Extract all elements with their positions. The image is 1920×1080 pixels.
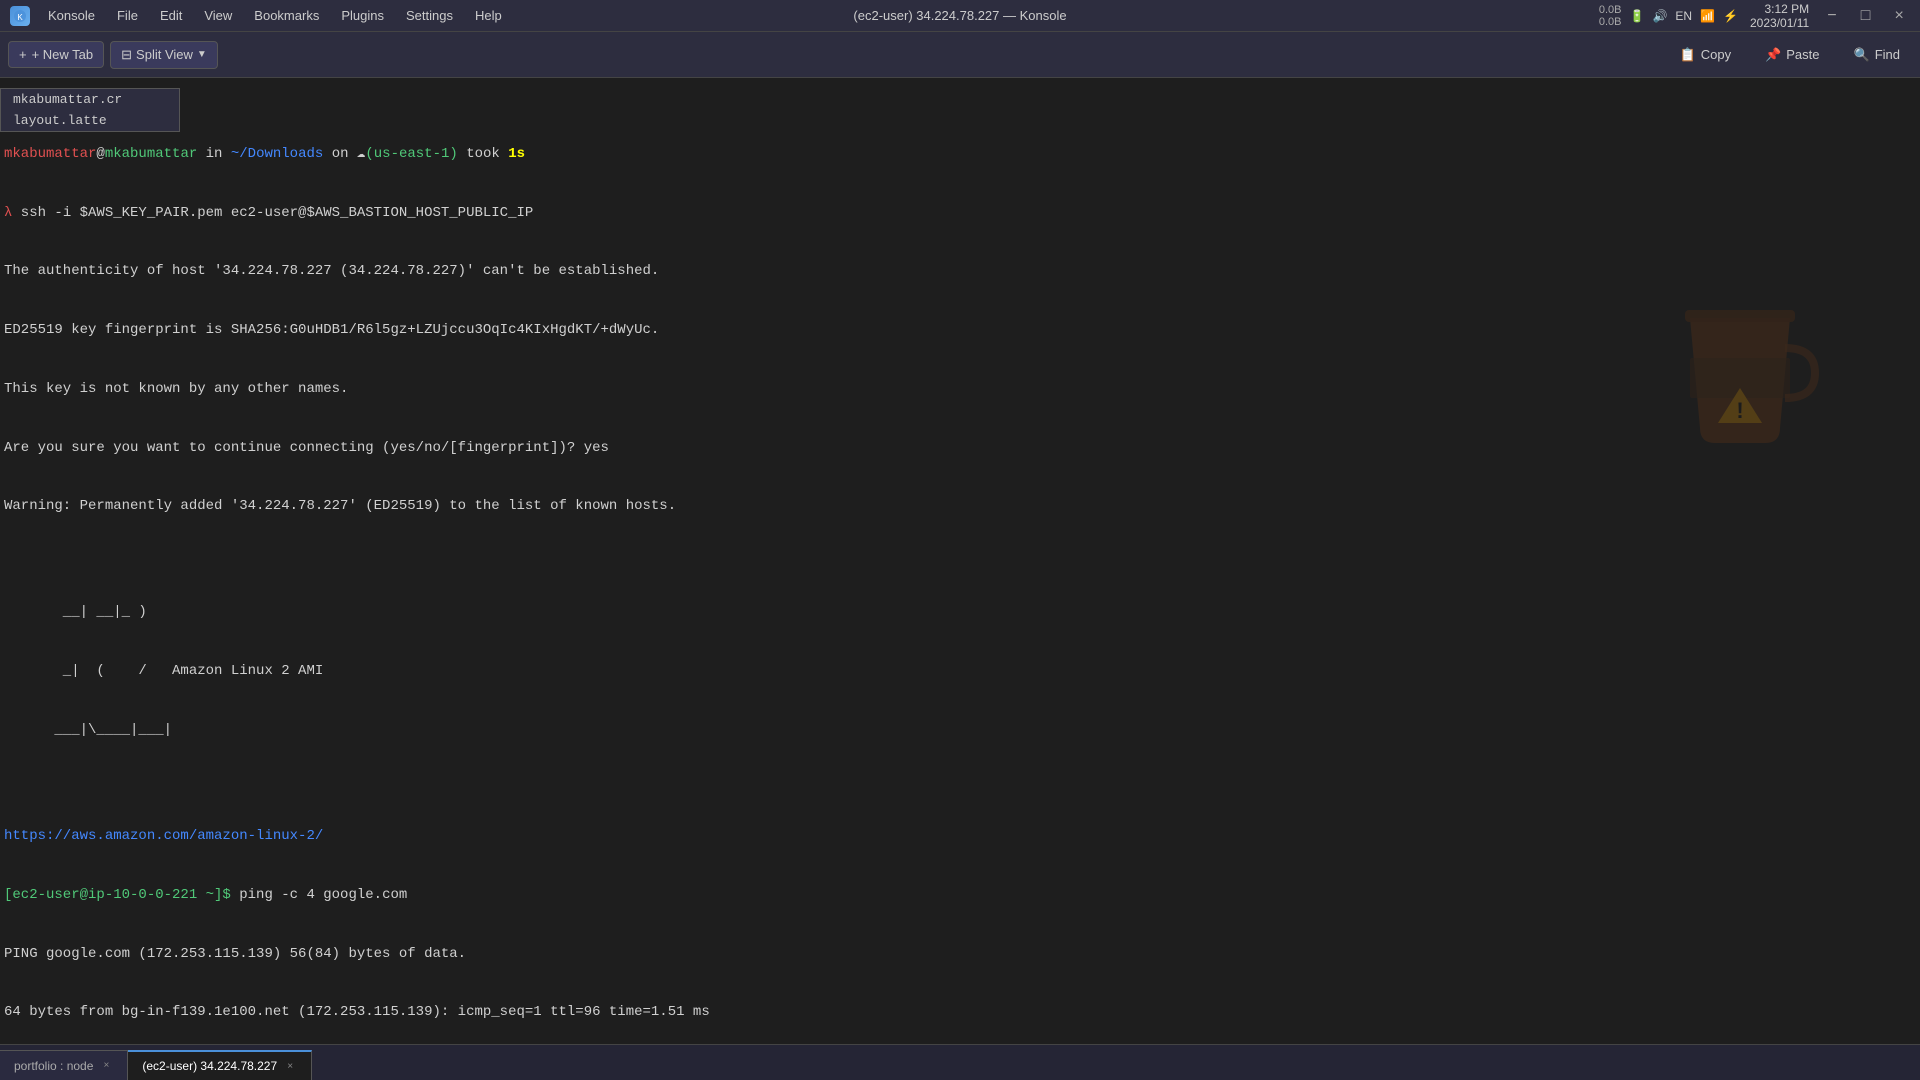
cloud-icon: ☁	[357, 145, 365, 165]
toolbar-right-buttons: 📋 Copy 📌 Paste 🔍 Find	[1668, 42, 1912, 68]
not-known-line: This key is not known by any other names…	[4, 380, 1916, 400]
autocomplete-item-0[interactable]: mkabumattar.cr	[1, 89, 179, 110]
menu-bar: Konsole File Edit View Bookmarks Plugins…	[38, 4, 512, 27]
prompt-directory: ~/Downloads	[231, 145, 323, 165]
tab-portfolio[interactable]: portfolio : node ×	[0, 1050, 128, 1080]
sys-tray: 0.0B 0.0B 🔋 🔊 EN 📶 ⚡	[1599, 4, 1738, 28]
find-label: Find	[1875, 47, 1900, 62]
warning-added: Warning: Permanently added '34.224.78.22…	[4, 497, 1916, 517]
autocomplete-item-1[interactable]: layout.latte	[1, 110, 179, 131]
tab-ec2[interactable]: (ec2-user) 34.224.78.227 ×	[128, 1050, 312, 1080]
menu-plugins[interactable]: Plugins	[331, 4, 394, 27]
prompt-hostname: mkabumattar	[105, 145, 197, 165]
ec2-prompt-text-1: [ec2-user@ip-10-0-0-221 ~]$	[4, 886, 231, 906]
prompt-on-keyword: on	[332, 145, 349, 165]
bluetooth-icon: ⚡	[1723, 9, 1738, 23]
split-view-icon: ⊟	[121, 47, 132, 63]
paste-button[interactable]: 📌 Paste	[1753, 42, 1831, 68]
svg-text:K: K	[17, 13, 23, 22]
fingerprint-line: ED25519 key fingerprint is SHA256:G0uHDB…	[4, 321, 1916, 341]
plus-icon: +	[19, 47, 27, 62]
tab-ec2-close[interactable]: ×	[283, 1059, 297, 1073]
menu-edit[interactable]: Edit	[150, 4, 192, 27]
command-line: λ ssh -i $AWS_KEY_PAIR.pem ec2-user@$AWS…	[4, 204, 1916, 224]
window-minimize[interactable]: −	[1821, 5, 1843, 27]
paste-icon: 📌	[1765, 47, 1781, 63]
ping-command: ping -c 4 google.com	[231, 886, 407, 906]
prompt-username: mkabumattar	[4, 145, 96, 165]
split-view-button[interactable]: ⊟ Split View ▼	[110, 41, 218, 69]
autocomplete-popup: mkabumattar.cr layout.latte	[0, 88, 180, 132]
battery-icon: 🔋	[1630, 9, 1645, 23]
copy-icon: 📋	[1680, 47, 1696, 63]
ping-header: PING google.com (172.253.115.139) 56(84)…	[4, 945, 1916, 965]
new-tab-label: + New Tab	[32, 47, 94, 62]
prompt-region: (us-east-1)	[365, 145, 457, 165]
titlebar: K Konsole File Edit View Bookmarks Plugi…	[0, 0, 1920, 32]
prompt-took-keyword: took	[466, 145, 500, 165]
ec2-prompt-line-1: [ec2-user@ip-10-0-0-221 ~]$ ping -c 4 go…	[4, 886, 1916, 906]
new-tab-button[interactable]: + + New Tab	[8, 41, 104, 68]
ping-result-1: 64 bytes from bg-in-f139.1e100.net (172.…	[4, 1003, 1916, 1023]
split-view-label: Split View	[136, 47, 193, 62]
language-indicator[interactable]: EN	[1675, 9, 1692, 23]
chevron-down-icon: ▼	[197, 49, 207, 60]
amazon-ascii-1: __| __|_ )	[4, 603, 1916, 623]
titlebar-right: 0.0B 0.0B 🔋 🔊 EN 📶 ⚡ 3:12 PM 2023/01/11 …	[1599, 2, 1910, 30]
menu-view[interactable]: View	[194, 4, 242, 27]
find-button[interactable]: 🔍 Find	[1842, 42, 1912, 68]
prompt-in-keyword: in	[206, 145, 223, 165]
net-info: 0.0B 0.0B	[1599, 4, 1622, 28]
amazon-ascii-3: ___|\____|___|	[4, 721, 1916, 741]
prompt-arrow: λ	[4, 204, 12, 224]
prompt-at: @	[96, 145, 104, 165]
amazon-url: https://aws.amazon.com/amazon-linux-2/	[4, 827, 1916, 847]
titlebar-left: K Konsole File Edit View Bookmarks Plugi…	[10, 4, 512, 27]
ssh-command: ssh -i $AWS_KEY_PAIR.pem ec2-user@$AWS_B…	[12, 204, 533, 224]
toolbar: + + New Tab ⊟ Split View ▼ 📋 Copy 📌 Past…	[0, 32, 1920, 78]
window-maximize[interactable]: □	[1855, 5, 1877, 27]
volume-icon: 🔊	[1652, 9, 1667, 23]
tab-bar: portfolio : node × (ec2-user) 34.224.78.…	[0, 1044, 1920, 1080]
menu-konsole[interactable]: Konsole	[38, 4, 105, 27]
copy-button[interactable]: 📋 Copy	[1668, 42, 1744, 68]
wifi-icon: 📶	[1700, 9, 1715, 23]
copy-label: Copy	[1701, 47, 1731, 62]
auth-warning: The authenticity of host '34.224.78.227 …	[4, 262, 1916, 282]
app-icon: K	[10, 6, 30, 26]
tab-ec2-label: (ec2-user) 34.224.78.227	[142, 1059, 277, 1073]
amazon-ascii-2: _| ( / Amazon Linux 2 AMI	[4, 662, 1916, 682]
menu-help[interactable]: Help	[465, 4, 512, 27]
menu-bookmarks[interactable]: Bookmarks	[244, 4, 329, 27]
tab-portfolio-label: portfolio : node	[14, 1059, 93, 1073]
search-icon: 🔍	[1854, 47, 1870, 63]
tab-portfolio-close[interactable]: ×	[99, 1059, 113, 1073]
terminal-area[interactable]: ! mkabumattar@mkabumattar in ~/Downloads…	[0, 78, 1920, 1044]
window-title: (ec2-user) 34.224.78.227 — Konsole	[853, 8, 1066, 23]
prompt-time-value: 1s	[508, 145, 525, 165]
continue-prompt: Are you sure you want to continue connec…	[4, 439, 1916, 459]
prompt-line: mkabumattar@mkabumattar in ~/Downloads o…	[4, 145, 1916, 165]
menu-file[interactable]: File	[107, 4, 148, 27]
paste-label: Paste	[1786, 47, 1819, 62]
clock-display: 3:12 PM 2023/01/11	[1750, 2, 1809, 30]
menu-settings[interactable]: Settings	[396, 4, 463, 27]
window-close[interactable]: ×	[1888, 5, 1910, 27]
terminal-content: mkabumattar@mkabumattar in ~/Downloads o…	[4, 86, 1916, 1044]
